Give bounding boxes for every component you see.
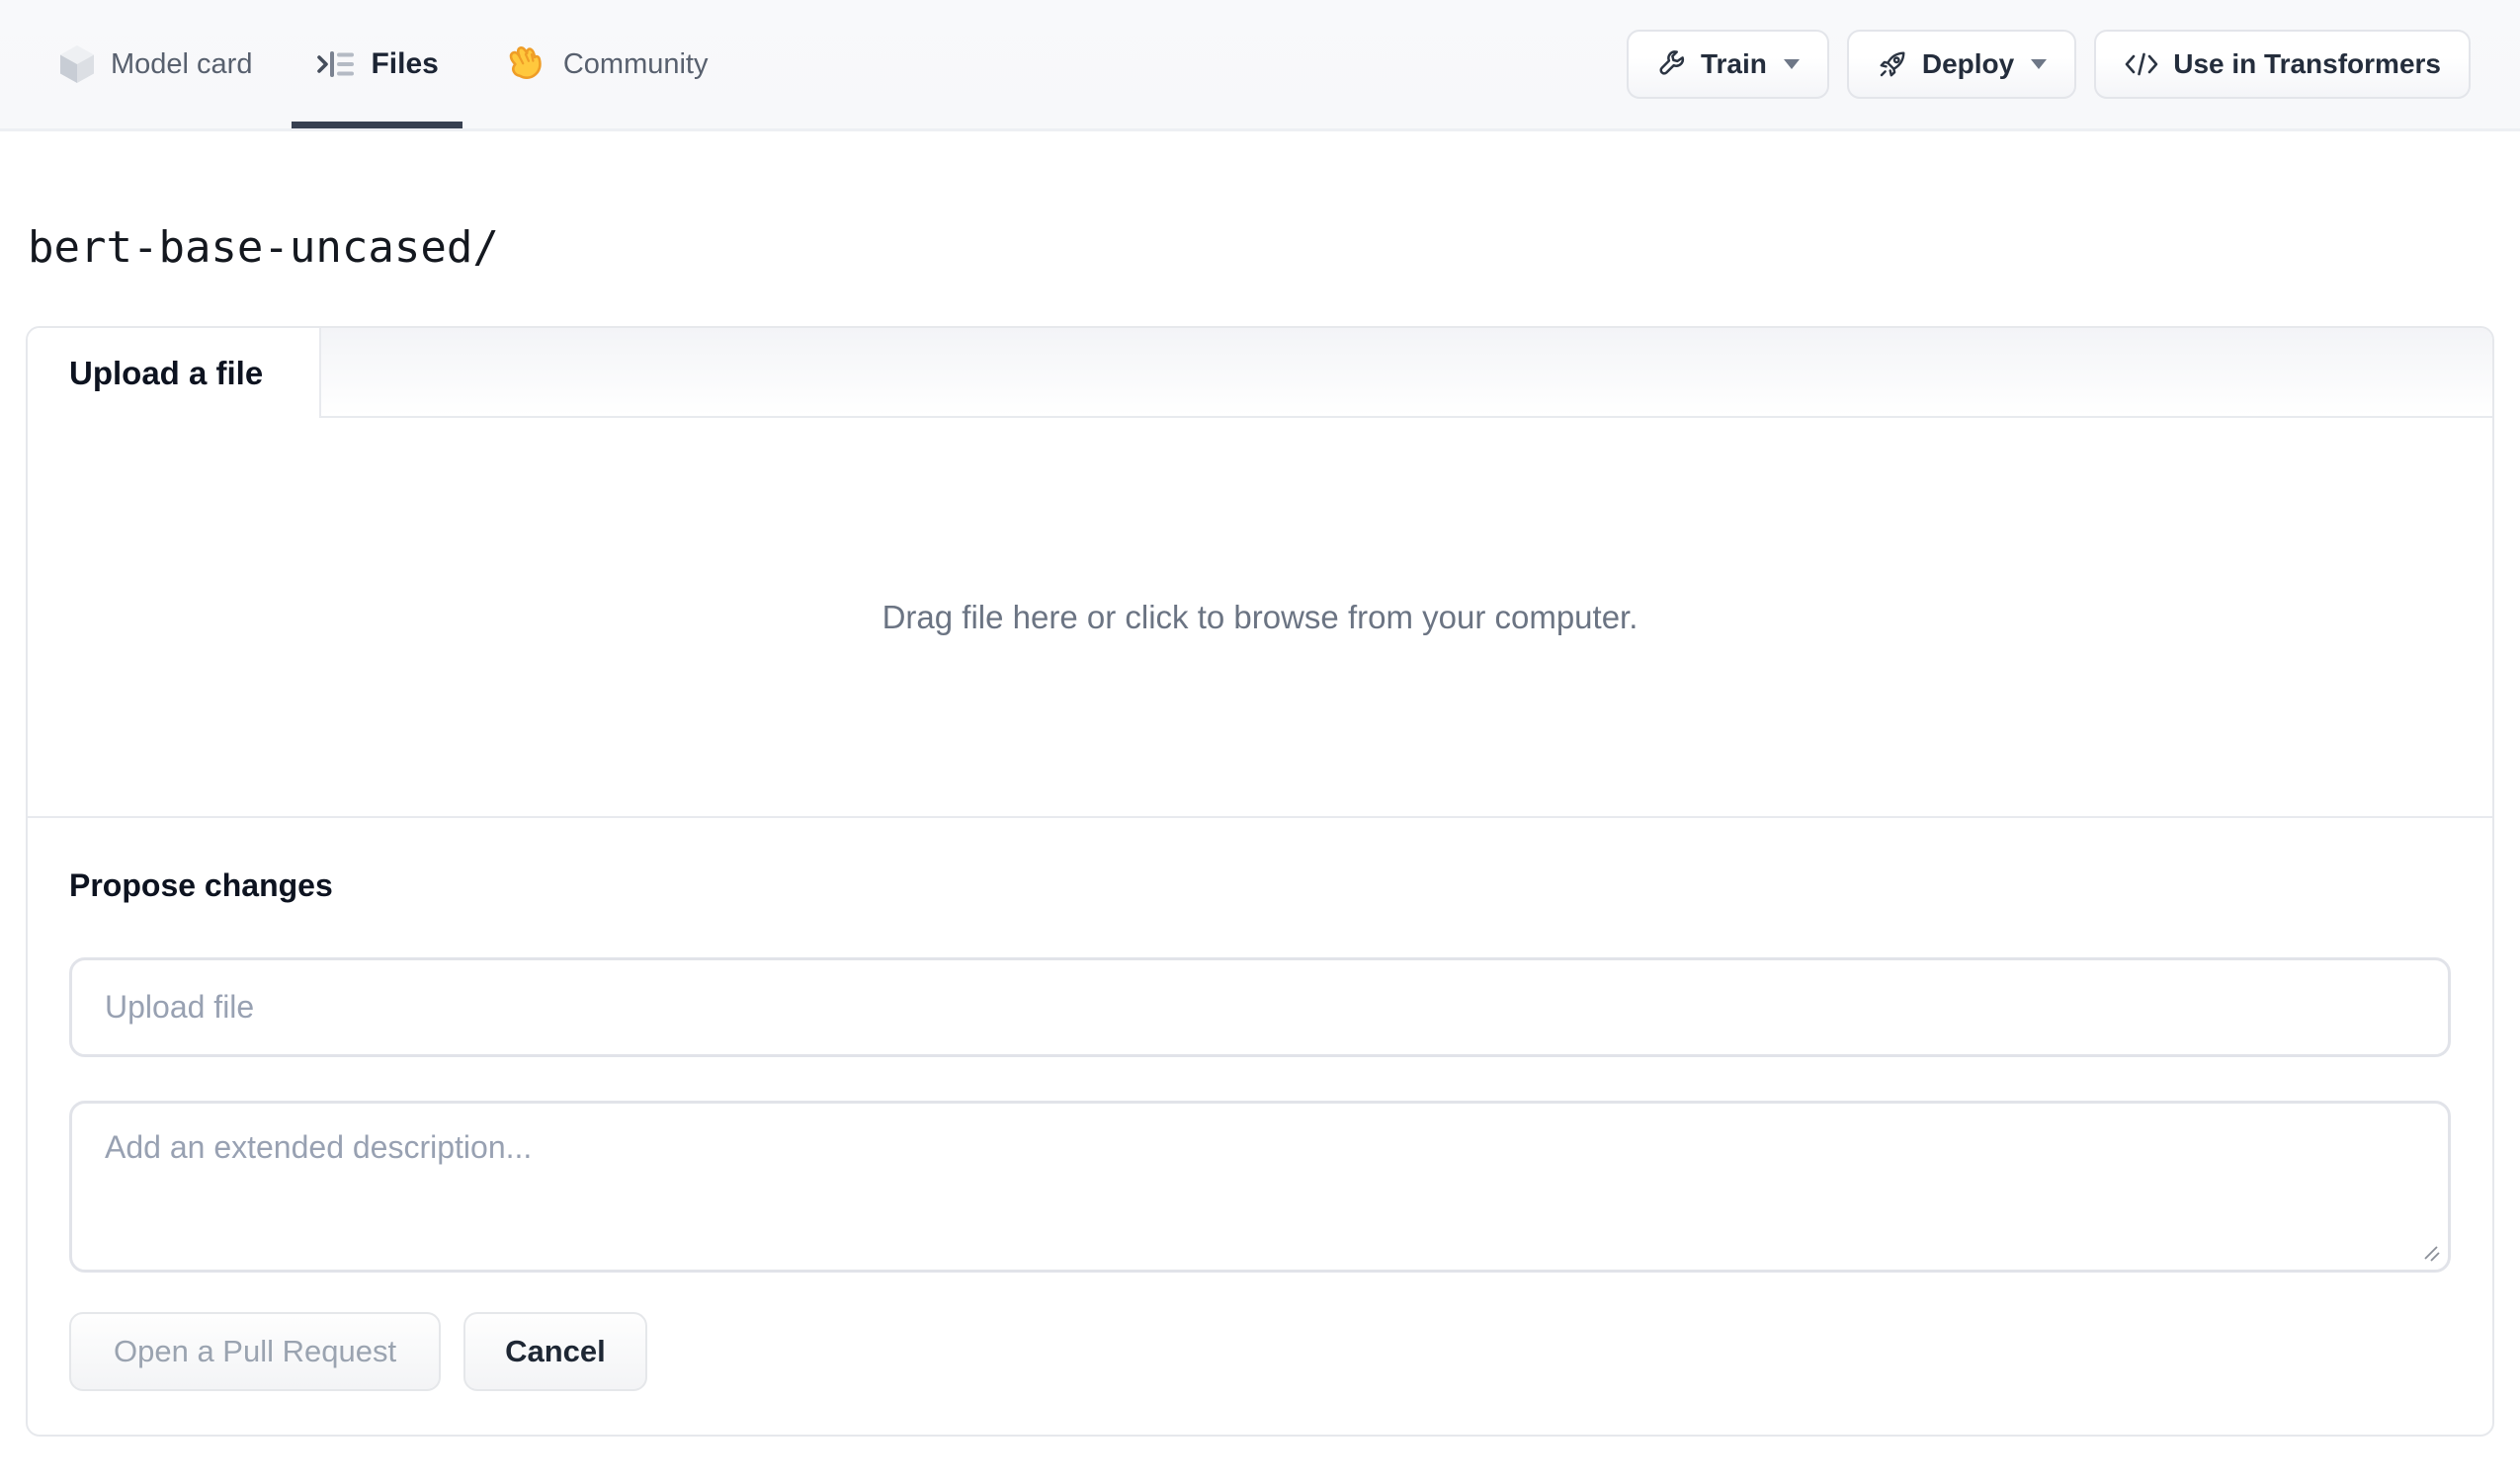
train-button[interactable]: Train <box>1626 30 1829 99</box>
cancel-button[interactable]: Cancel <box>463 1312 647 1391</box>
rocket-icon <box>1877 48 1908 80</box>
files-icon <box>315 46 355 82</box>
tab-files-label: Files <box>371 47 439 80</box>
tab-upload-a-file-label: Upload a file <box>69 354 264 391</box>
tab-model-card[interactable]: Model card <box>40 0 272 128</box>
upload-card: Upload a file Drag file here or click to… <box>26 326 2494 1437</box>
upload-card-tabstrip: Upload a file <box>28 328 2492 418</box>
tab-model-card-label: Model card <box>111 47 253 80</box>
tab-files[interactable]: Files <box>292 0 463 128</box>
repo-path: bert-base-uncased/ <box>28 222 499 273</box>
description-field-wrapper <box>69 1101 2451 1273</box>
open-pull-request-button[interactable]: Open a Pull Request <box>69 1312 442 1391</box>
propose-changes-title: Propose changes <box>69 867 333 903</box>
description-textarea[interactable] <box>69 1101 2451 1273</box>
deploy-button[interactable]: Deploy <box>1846 30 2077 99</box>
caret-down-icon <box>2031 59 2048 69</box>
deploy-button-label: Deploy <box>1921 48 2015 79</box>
train-button-label: Train <box>1700 48 1767 79</box>
tab-community-label: Community <box>562 47 709 80</box>
wrench-icon <box>1656 49 1687 80</box>
use-in-transformers-label: Use in Transformers <box>2173 48 2441 79</box>
file-dropzone[interactable]: Drag file here or click to browse from y… <box>28 418 2492 818</box>
main-content: bert-base-uncased/ Upload a file Drag fi… <box>0 222 2520 1437</box>
resize-handle-icon[interactable] <box>2422 1244 2440 1262</box>
dropzone-hint: Drag file here or click to browse from y… <box>882 598 1638 635</box>
use-in-transformers-button[interactable]: Use in Transformers <box>2094 30 2471 99</box>
tab-upload-a-file[interactable]: Upload a file <box>28 328 321 418</box>
tabstrip-fill <box>321 328 2492 418</box>
code-icon <box>2124 50 2159 78</box>
propose-buttons-row: Open a Pull Request Cancel <box>69 1312 2451 1391</box>
repo-nav: Model card Files Community <box>40 0 728 128</box>
waving-hand-icon <box>502 42 547 86</box>
caret-down-icon <box>1783 59 1800 69</box>
tab-community[interactable]: Community <box>482 0 728 128</box>
propose-changes-section: Propose changes Open a Pull Request Canc… <box>28 818 2492 1435</box>
header-actions: Train Deploy Use in Transformers <box>1626 0 2471 128</box>
cube-icon <box>59 44 95 84</box>
page: Model card Files Community Train Deploy … <box>0 0 2520 1437</box>
upload-file-input[interactable] <box>69 957 2451 1057</box>
repo-header: Model card Files Community Train Deploy … <box>0 0 2520 131</box>
